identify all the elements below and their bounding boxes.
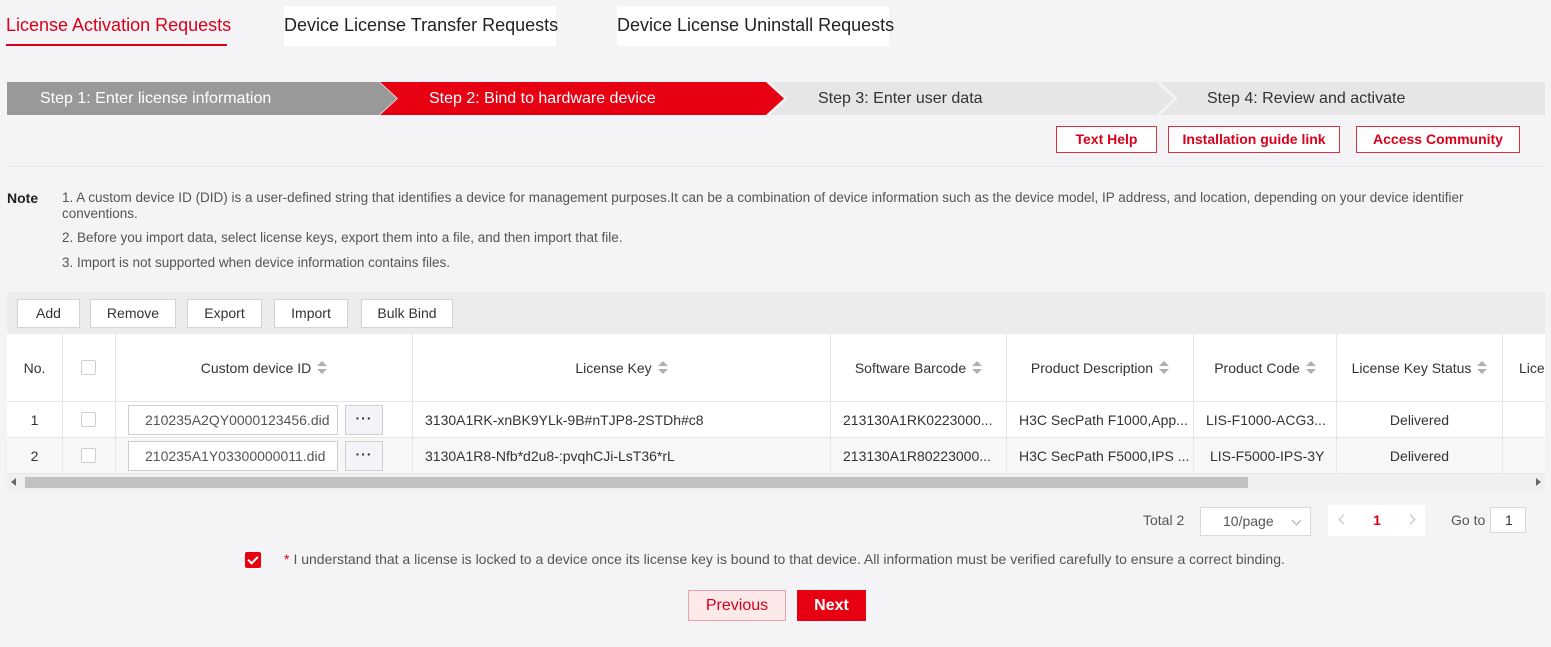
row-checkbox[interactable] (81, 448, 96, 463)
more-options-button[interactable]: ··· (345, 441, 383, 471)
row-number: 1 (7, 402, 63, 438)
sort-icon[interactable] (1477, 361, 1488, 375)
tab-license-activation-requests[interactable]: License Activation Requests (6, 6, 231, 46)
page-size-value: 10/page (1223, 513, 1274, 529)
note-line-1: 1. A custom device ID (DID) is a user-de… (62, 190, 1464, 221)
column-header-select (63, 334, 116, 402)
custom-device-id-input[interactable]: 210235A1Y03300000011.did (128, 441, 338, 471)
access-community-button[interactable]: Access Community (1356, 126, 1520, 153)
column-header-license-key[interactable]: License Key (413, 334, 831, 402)
agreement-text: * I understand that a license is locked t… (284, 551, 1285, 567)
software-barcode-cell: 213130A1RK0223000... (831, 402, 1007, 438)
scroll-left-arrow-icon[interactable] (11, 478, 16, 486)
page-size-select[interactable]: 10/page (1200, 507, 1311, 536)
license-truncated-cell (1503, 402, 1545, 438)
tab-device-license-transfer-requests[interactable]: Device License Transfer Requests (284, 6, 558, 46)
step-3-label: Step 3: Enter user data (818, 90, 983, 107)
step-4-label: Step 4: Review and activate (1207, 90, 1406, 107)
select-all-checkbox[interactable] (81, 360, 96, 375)
column-header-license-key-status[interactable]: License Key Status (1337, 334, 1503, 402)
column-header-product-description-label: Product Description (1030, 360, 1154, 376)
table-toolbar: Add Remove Export Import Bulk Bind (7, 292, 1545, 334)
product-description-cell: H3C SecPath F1000,App... (1007, 402, 1194, 438)
license-key-cell: 3130A1RK-xnBK9YLk-9B#nTJP8-2STDh#c8 (413, 402, 831, 438)
license-truncated-cell (1503, 438, 1545, 474)
note-line-3: 3. Import is not supported when device i… (62, 255, 450, 270)
device-binding-table: No. Custom device ID License Key Softwar… (7, 334, 1545, 474)
license-key-status-cell: Delivered (1337, 438, 1503, 474)
column-header-license-truncated-label: Licen (1519, 360, 1545, 376)
agreement-label: I understand that a license is locked to… (293, 551, 1285, 567)
column-header-custom-device-id-label: Custom device ID (200, 360, 312, 376)
row-select-cell (63, 402, 116, 438)
row-select-cell (63, 438, 116, 474)
column-header-product-code[interactable]: Product Code (1194, 334, 1337, 402)
sort-icon[interactable] (1305, 361, 1316, 375)
row-checkbox[interactable] (81, 412, 96, 427)
sort-icon[interactable] (972, 361, 983, 375)
previous-page-icon[interactable] (1338, 514, 1349, 525)
step-2-label: Step 2: Bind to hardware device (429, 90, 656, 107)
note-line-2: 2. Before you import data, select licens… (62, 230, 623, 245)
pager: 1 (1328, 505, 1425, 536)
column-header-product-description[interactable]: Product Description (1007, 334, 1194, 402)
text-help-button[interactable]: Text Help (1056, 126, 1157, 153)
request-type-tabs: License Activation Requests Device Licen… (0, 0, 1551, 50)
chevron-down-icon (1291, 515, 1302, 526)
previous-button[interactable]: Previous (688, 590, 786, 621)
column-header-no-label: No. (23, 360, 46, 376)
step-progress-bar: Step 1: Enter license information Step 2… (7, 82, 1545, 115)
import-button[interactable]: Import (274, 299, 348, 328)
agreement-checkbox[interactable] (245, 552, 261, 568)
license-key-status-cell: Delivered (1337, 402, 1503, 438)
column-header-license-key-status-label: License Key Status (1351, 360, 1472, 376)
sort-icon[interactable] (1159, 361, 1170, 375)
column-header-license-truncated[interactable]: Licen (1503, 334, 1545, 402)
column-header-software-barcode-label: Software Barcode (854, 360, 967, 376)
export-button[interactable]: Export (187, 299, 262, 328)
column-header-license-key-label: License Key (575, 360, 652, 376)
column-header-custom-device-id[interactable]: Custom device ID (116, 334, 413, 402)
scroll-right-arrow-icon[interactable] (1536, 478, 1541, 486)
add-button[interactable]: Add (17, 299, 80, 328)
custom-device-id-input[interactable]: 210235A2QY0000123456.did (128, 405, 338, 435)
product-description-cell: H3C SecPath F5000,IPS ... (1007, 438, 1194, 474)
next-page-icon[interactable] (1405, 514, 1416, 525)
goto-page-input[interactable]: 1 (1490, 507, 1526, 533)
required-mark: * (284, 551, 290, 567)
section-divider (7, 166, 1545, 167)
step-1-label: Step 1: Enter license information (40, 90, 272, 107)
total-count: Total 2 (1143, 512, 1185, 528)
installation-guide-link-button[interactable]: Installation guide link (1168, 126, 1340, 153)
note-label: Note (7, 190, 39, 206)
column-header-product-code-label: Product Code (1214, 360, 1300, 376)
software-barcode-cell: 213130A1R80223000... (831, 438, 1007, 474)
license-key-cell: 3130A1R8-Nfb*d2u8-:pvqhCJi-LsT36*rL (413, 438, 831, 474)
scrollbar-thumb[interactable] (25, 477, 1248, 488)
row-number: 2 (7, 438, 63, 474)
column-header-software-barcode[interactable]: Software Barcode (831, 334, 1007, 402)
custom-device-id-cell: 210235A2QY0000123456.did ··· (116, 402, 413, 438)
column-header-no: No. (7, 334, 63, 402)
remove-button[interactable]: Remove (90, 299, 176, 328)
next-button[interactable]: Next (797, 590, 866, 621)
more-options-button[interactable]: ··· (345, 405, 383, 435)
table-horizontal-scrollbar[interactable] (7, 474, 1545, 491)
table-row: 2 210235A1Y03300000011.did ··· 3130A1R8-… (7, 438, 1545, 474)
tab-device-license-uninstall-requests[interactable]: Device License Uninstall Requests (617, 6, 894, 46)
bulk-bind-button[interactable]: Bulk Bind (361, 299, 453, 328)
goto-label: Go to (1451, 512, 1486, 528)
current-page-number[interactable]: 1 (1368, 505, 1386, 536)
sort-icon[interactable] (317, 361, 328, 375)
product-code-cell: LIS-F1000-ACG3... (1194, 402, 1337, 438)
sort-icon[interactable] (657, 361, 668, 375)
custom-device-id-cell: 210235A1Y03300000011.did ··· (116, 438, 413, 474)
table-row: 1 210235A2QY0000123456.did ··· 3130A1RK-… (7, 402, 1545, 438)
product-code-cell: LIS-F5000-IPS-3Y (1194, 438, 1337, 474)
